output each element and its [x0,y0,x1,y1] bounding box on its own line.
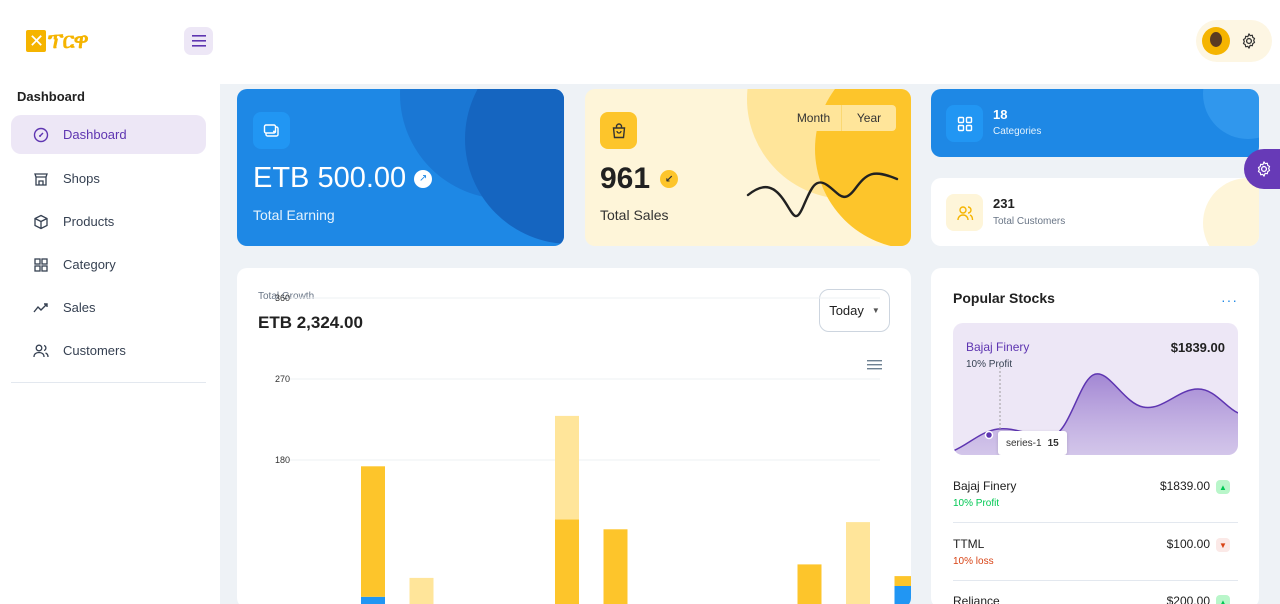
stocks-title: Popular Stocks [953,290,1055,306]
featured-stock-profit: 10% Profit [966,359,1013,370]
top-bar: ✕ ፕርዋ [0,0,1280,84]
featured-stock-price: $1839.00 [1170,340,1225,355]
bar-segment[interactable] [894,586,912,604]
users-icon [946,194,983,231]
avatar[interactable] [1202,27,1230,55]
customers-count: 231 [993,196,1015,211]
categories-count: 18 [993,107,1008,122]
gear-icon[interactable] [1240,32,1258,50]
sidebar-item-label: Products [63,214,115,229]
dashboard-icon [33,127,49,142]
trend-icon [33,302,48,312]
stock-price: $200.00 [1166,594,1210,604]
total-earning-label: Total Earning [253,207,335,223]
popular-stocks-card: Popular Stocks ··· Bajaj Finery 10% Prof… [931,268,1259,604]
y-tick-label: 180 [275,455,290,465]
arrow-up-icon: ▲ [1216,595,1230,604]
stock-price: $100.00 [1166,537,1210,551]
shopping-bag-icon [600,112,637,149]
menu-toggle-button[interactable] [184,27,213,55]
bar-segment[interactable] [555,415,579,520]
growth-bar-chart: 360 270 180 [275,293,912,604]
sidebar-item-label: Dashboard [63,127,127,142]
grid-icon [946,105,983,142]
stock-name: Bajaj Finery [953,479,1017,493]
categories-label: Categories [993,126,1042,137]
trend-up-icon: ↗ [414,169,433,188]
box-icon [34,214,48,229]
bar-segment[interactable] [894,576,912,586]
bar-segment[interactable] [846,522,870,604]
period-toggle: Month Year [786,105,896,131]
sidebar-item-dashboard[interactable]: Dashboard [11,115,206,154]
wallet-icon [253,112,290,149]
categories-card: 18 Categories [931,89,1259,157]
sidebar-divider [11,382,206,383]
divider [953,580,1238,581]
toggle-year-button[interactable]: Year [841,105,896,131]
sidebar-item-customers[interactable]: Customers [11,331,206,370]
gear-icon [1257,161,1271,177]
bar-segment[interactable] [797,564,822,604]
trend-down-icon: ↙ [660,170,679,188]
customers-label: Total Customers [993,216,1066,227]
sidebar: Dashboard Dashboard Shops Products Categ… [0,84,220,604]
chart-tooltip: series-1 15 [998,431,1067,455]
sidebar-item-category[interactable]: Category [11,245,206,284]
sidebar-item-label: Shops [63,171,100,186]
hamburger-icon [191,35,206,47]
logo-mark-icon: ✕ [26,30,46,52]
stock-name: TTML [953,537,985,551]
users-icon [33,344,49,357]
tooltip-value: 15 [1047,437,1059,449]
arrow-down-icon: ▼ [1216,538,1230,552]
total-earning-value: ETB 500.00 [253,162,407,194]
bar-segment[interactable] [603,529,628,604]
shop-icon [34,172,48,186]
bar-segment[interactable] [555,519,579,604]
stock-name: Reliance [953,594,1000,604]
featured-stock-name: Bajaj Finery [966,340,1030,354]
total-sales-label: Total Sales [600,207,669,223]
total-growth-card: Total Growth ETB 2,324.00 Today ▼ 360 270… [237,268,911,604]
grid-icon [34,257,48,272]
logo-text: ፕርዋ [48,28,89,54]
total-earning-card: ETB 500.00 ↗ Total Earning [237,89,564,246]
bar-segment[interactable] [361,596,385,604]
customers-card: 231 Total Customers [931,178,1259,246]
stock-change: 10% Profit [953,498,1000,509]
sales-sparkline [746,172,899,218]
sidebar-item-label: Sales [63,300,96,315]
customize-settings-button[interactable] [1244,149,1280,189]
bar-segment[interactable] [361,466,385,597]
y-tick-label: 360 [275,293,290,303]
featured-stock-chart: Bajaj Finery 10% Profit $1839.00 series-… [953,323,1238,455]
sidebar-item-products[interactable]: Products [11,202,206,241]
sidebar-item-sales[interactable]: Sales [11,288,206,327]
sidebar-item-shops[interactable]: Shops [11,159,206,198]
y-tick-label: 270 [275,374,290,384]
arrow-up-icon: ▲ [1216,480,1230,494]
total-sales-value: 961 [600,162,651,195]
sidebar-item-label: Category [63,257,116,272]
stock-price: $1839.00 [1159,479,1210,493]
stock-change: 10% loss [953,556,994,567]
sidebar-item-label: Customers [63,343,126,358]
sidebar-heading: Dashboard [17,89,85,104]
more-options-icon[interactable]: ··· [1221,292,1238,308]
divider [953,522,1238,523]
toggle-month-button[interactable]: Month [786,105,841,131]
bar-segment[interactable] [409,577,434,604]
profile-menu[interactable] [1196,20,1272,62]
app-logo[interactable]: ✕ ፕርዋ [26,28,89,54]
tooltip-series: series-1 [1006,437,1042,449]
total-sales-card: Month Year 961 ↙ Total Sales [585,89,911,246]
